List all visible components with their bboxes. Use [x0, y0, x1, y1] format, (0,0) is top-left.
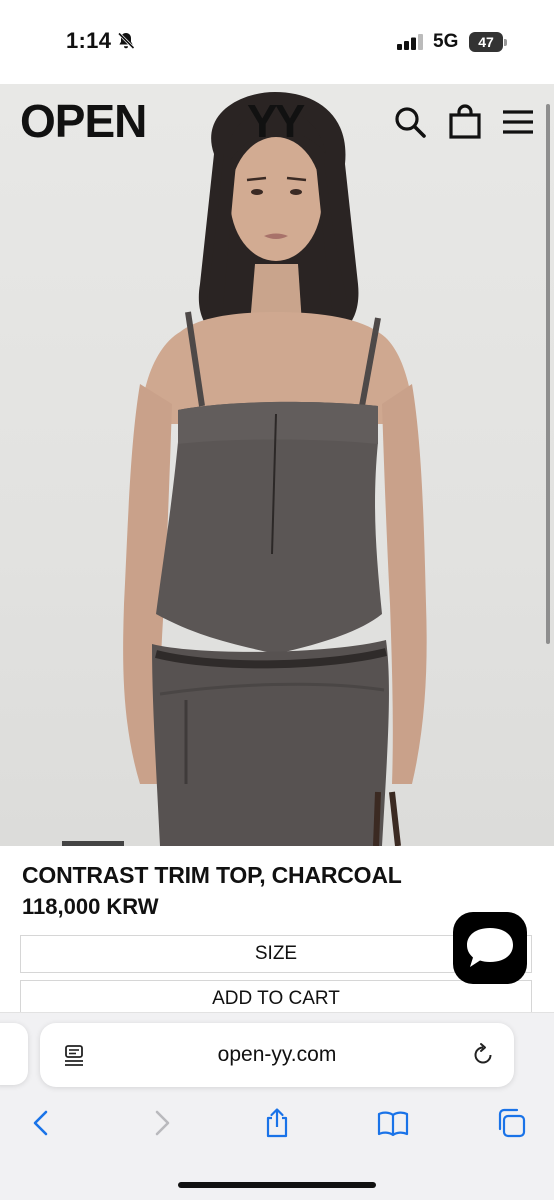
- chevron-left-icon[interactable]: [26, 1107, 58, 1139]
- chat-button[interactable]: [453, 912, 527, 984]
- battery-indicator: 47: [469, 32, 507, 52]
- brand-logo-yy[interactable]: YY: [247, 98, 305, 144]
- product-title: CONTRAST TRIM TOP, CHARCOAL: [22, 862, 402, 888]
- shopping-bag-icon[interactable]: [447, 104, 483, 140]
- browser-toolbar: open-yy.com: [0, 1012, 554, 1200]
- model-photo: [123, 92, 427, 846]
- tabs-icon[interactable]: [495, 1107, 527, 1139]
- status-time: 1:14: [66, 28, 112, 53]
- address-bar[interactable]: open-yy.com: [40, 1023, 514, 1087]
- brand-logo-open[interactable]: OPEN: [20, 98, 147, 144]
- chat-bubble-icon: [467, 928, 513, 967]
- carousel-indicator[interactable]: [62, 841, 124, 846]
- battery-level: 47: [469, 32, 503, 52]
- share-icon[interactable]: [261, 1107, 293, 1139]
- reload-icon[interactable]: [470, 1042, 496, 1068]
- book-icon[interactable]: [377, 1107, 409, 1139]
- search-icon[interactable]: [392, 104, 428, 140]
- status-bar: 1:14 5G 47: [0, 0, 554, 84]
- url-text[interactable]: open-yy.com: [40, 1023, 514, 1087]
- chevron-right-icon[interactable]: [145, 1107, 177, 1139]
- bell-slash-icon: [117, 32, 135, 50]
- previous-tab-preview[interactable]: [0, 1023, 28, 1085]
- product-price: 118,000 KRW: [22, 894, 159, 919]
- scroll-indicator[interactable]: [546, 104, 550, 644]
- product-image[interactable]: OPEN YY: [0, 84, 554, 846]
- hamburger-menu-icon[interactable]: [500, 104, 536, 140]
- network-type: 5G: [433, 31, 459, 52]
- battery-cap: [504, 39, 507, 46]
- home-indicator[interactable]: [178, 1182, 376, 1188]
- cellular-signal-icon: [397, 34, 423, 50]
